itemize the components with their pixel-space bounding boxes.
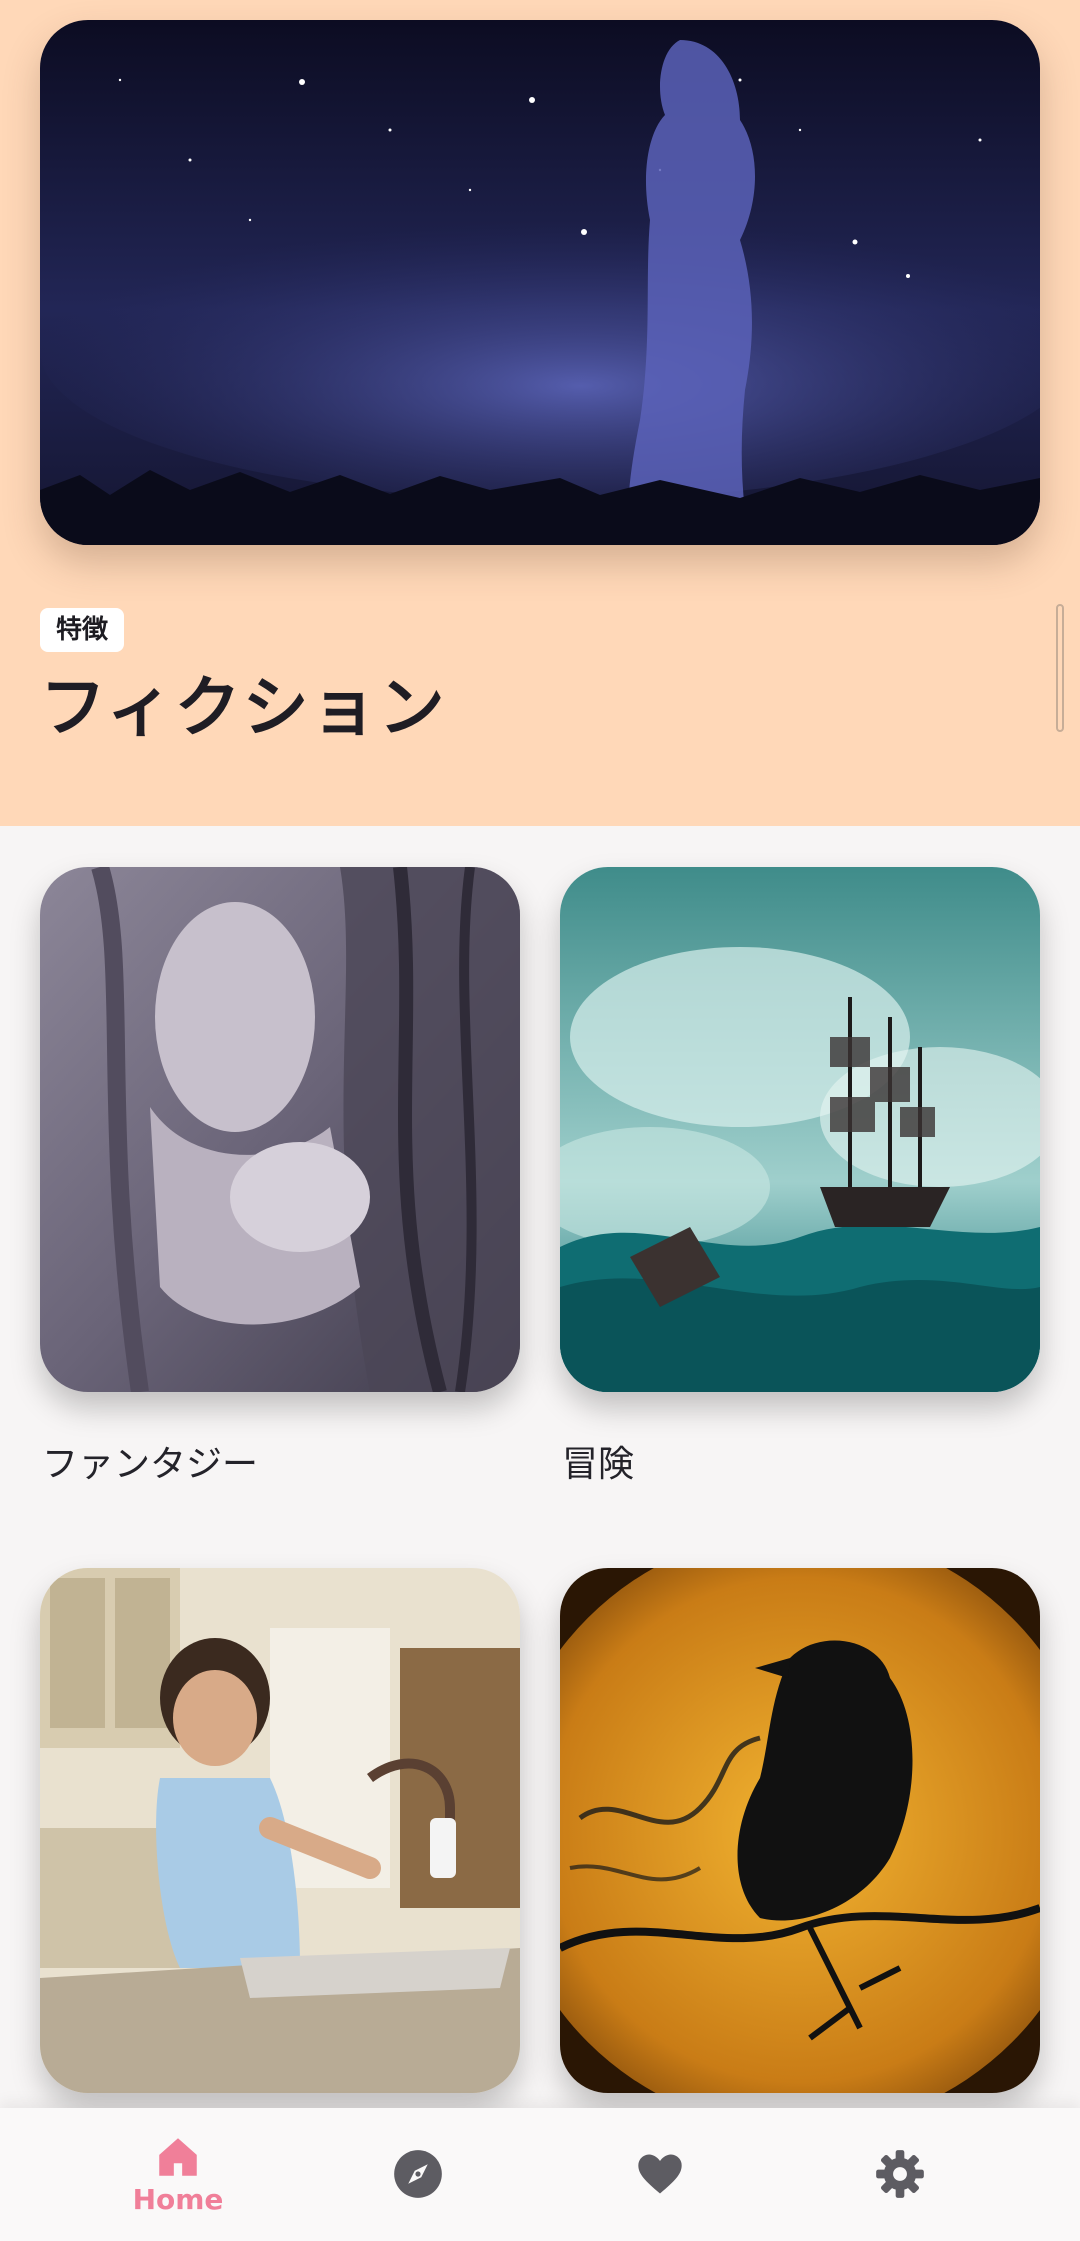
featured-badge: 特徴	[40, 608, 125, 652]
compass-icon	[394, 2150, 442, 2198]
nav-favorites[interactable]	[540, 2108, 780, 2241]
category-tile-4[interactable]	[560, 1568, 1040, 2093]
nav-home-label: Home	[132, 2183, 224, 2216]
featured-title[interactable]: フィクション	[40, 668, 447, 748]
featured-section: 特徴 フィクション	[0, 0, 1080, 826]
nav-home[interactable]: Home	[58, 2108, 298, 2241]
ship-in-storm-image	[560, 867, 1040, 1392]
category-tile-fantasy[interactable]	[40, 867, 520, 1392]
nav-settings[interactable]	[780, 2108, 1020, 2241]
category-tile-adventure[interactable]	[560, 867, 1040, 1392]
starry-woman-illustration	[40, 20, 1040, 545]
home-icon	[159, 2138, 197, 2176]
gear-icon	[876, 2150, 924, 2198]
bottom-navigation: Home	[0, 2108, 1080, 2241]
category-label-fantasy: ファンタジー	[42, 1444, 259, 1485]
heart-icon	[638, 2154, 682, 2194]
featured-image[interactable]	[40, 20, 1040, 545]
raven-moon-image	[560, 1568, 1040, 2093]
boy-washing-hands-image	[40, 1568, 520, 2093]
stone-woman-tree-image	[40, 867, 520, 1392]
scrollbar[interactable]	[1056, 604, 1064, 732]
category-label-adventure: 冒険	[562, 1444, 635, 1485]
nav-explore[interactable]	[298, 2108, 538, 2241]
category-tile-3[interactable]	[40, 1568, 520, 2093]
